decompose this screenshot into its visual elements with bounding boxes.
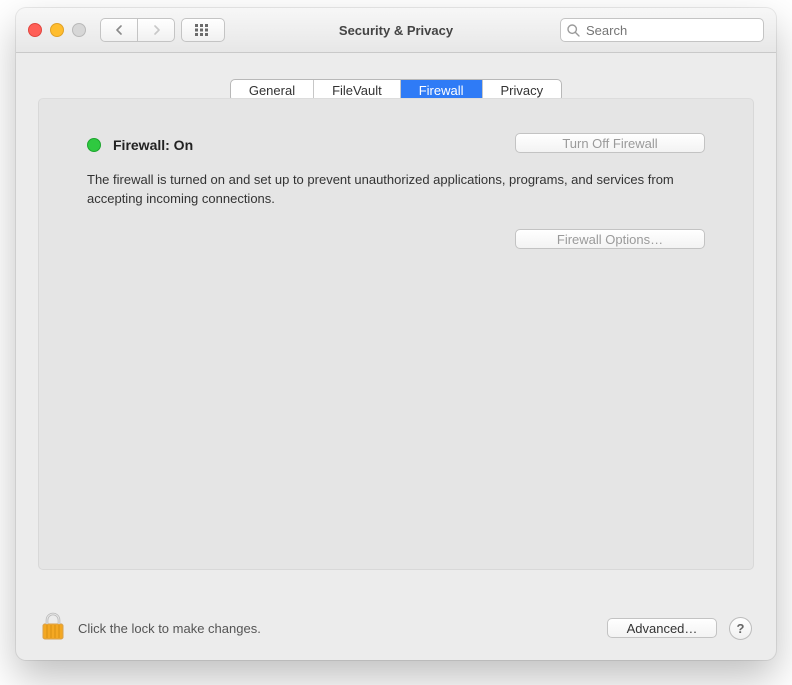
search-field[interactable] [560, 18, 764, 42]
close-window-button[interactable] [28, 23, 42, 37]
zoom-window-button[interactable] [72, 23, 86, 37]
toolbar-nav-group [100, 18, 225, 42]
firewall-description: The firewall is turned on and set up to … [87, 171, 677, 209]
lock-icon[interactable] [40, 612, 66, 645]
search-icon [567, 24, 580, 37]
forward-button[interactable] [137, 18, 175, 42]
help-button[interactable]: ? [729, 617, 752, 640]
status-indicator-icon [87, 138, 101, 152]
back-button[interactable] [100, 18, 137, 42]
turn-off-firewall-button[interactable]: Turn Off Firewall [515, 133, 705, 153]
lock-hint-label: Click the lock to make changes. [78, 621, 261, 636]
preferences-window: Security & Privacy General FileVault Fir… [16, 8, 776, 660]
advanced-button[interactable]: Advanced… [607, 618, 717, 638]
search-input[interactable] [584, 22, 764, 39]
firewall-options-button[interactable]: Firewall Options… [515, 229, 705, 249]
firewall-panel: Firewall: On The firewall is turned on a… [38, 98, 754, 570]
content-area: Firewall: On The firewall is turned on a… [16, 110, 776, 600]
footer: Click the lock to make changes. Advanced… [16, 600, 776, 660]
window-controls [28, 23, 86, 37]
show-all-button[interactable] [181, 18, 225, 42]
titlebar: Security & Privacy [16, 8, 776, 53]
firewall-status-label: Firewall: On [113, 137, 193, 153]
minimize-window-button[interactable] [50, 23, 64, 37]
